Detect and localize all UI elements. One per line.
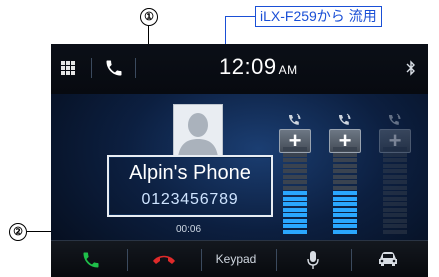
microphone-icon[interactable] [307,250,319,270]
volume-level-segment [283,158,307,162]
volume-level-segment [383,202,407,206]
volume-level-bar [283,145,307,235]
divider [351,249,352,271]
volume-level-segment [333,185,357,190]
volume-level-segment [283,213,307,217]
hangup-red-icon[interactable] [151,252,177,266]
clock: 12:09 AM [219,54,298,80]
volume-level-segment [283,191,307,195]
volume-level-segment [333,213,357,217]
volume-level-bar [333,145,357,235]
model-note: iLX-F259から 流用 [255,6,382,27]
volume-level-segment [283,218,307,223]
volume-level-segment [283,152,307,157]
phone-green-icon[interactable] [81,250,101,270]
person-silhouette-icon [178,113,218,157]
volume-level-segment [383,191,407,195]
phone-volume-icon [339,113,351,125]
volume-level-segment [283,174,307,179]
keypad-button[interactable]: Keypad [206,252,266,266]
volume-level-segment [283,207,307,212]
volume-level-segment [283,202,307,206]
divider [276,249,277,271]
bottom-action-bar: Keypad [51,240,428,277]
volume-level-segment [333,163,357,168]
bluetooth-icon [406,60,415,76]
car-icon[interactable] [377,251,399,267]
caller-info-box: Alpin's Phone 0123456789 [107,155,273,217]
volume-level-segment [383,224,407,228]
volume-level-segment [383,147,407,151]
model-note-leader-h [225,16,255,17]
volume-level-segment [283,185,307,190]
volume-level-segment [333,207,357,212]
caller-avatar [173,104,223,158]
volume-level-segment [333,202,357,206]
phone-call-screen: 12:09 AM Alpin's Phone 0123456789 00:06 +… [51,44,428,277]
caller-number: 0123456789 [141,191,239,208]
volume-level-segment [383,207,407,212]
volume-level-segment [383,163,407,168]
volume-level-segment [283,180,307,184]
clock-ampm: AM [278,63,298,77]
divider [135,58,136,78]
apps-grid-icon[interactable] [61,61,75,75]
divider [91,58,92,78]
volume-level-segment [333,169,357,173]
call-duration: 00:06 [176,224,202,235]
top-status-bar: 12:09 AM [51,44,428,94]
volume-level-segment [283,169,307,173]
volume-level-segment [333,147,357,151]
volume-level-segment [333,229,357,234]
volume-level-segment [333,191,357,195]
volume-level-segment [383,218,407,223]
volume-level-segment [283,224,307,228]
volume-level-segment [283,229,307,234]
phone-volume-icon [289,113,301,125]
divider [201,249,202,271]
volume-level-segment [333,180,357,184]
volume-level-segment [333,158,357,162]
volume-level-segment [283,196,307,201]
callout-1: ① [140,8,158,26]
volume-level-segment [383,158,407,162]
volume-level-segment [333,174,357,179]
volume-level-bar [383,145,407,235]
volume-level-segment [383,152,407,157]
volume-level-segment [383,185,407,190]
volume-level-segment [333,152,357,157]
callout-2: ② [9,223,27,241]
volume-level-segment [283,163,307,168]
volume-level-segment [333,224,357,228]
divider [127,249,128,271]
caller-name: Alpin's Phone [129,162,251,184]
volume-level-segment [383,229,407,234]
clock-time: 12:09 [219,54,277,79]
volume-level-segment [383,169,407,173]
volume-level-segment [383,213,407,217]
phone-icon[interactable] [104,58,124,78]
volume-level-segment [333,196,357,201]
volume-level-segment [383,180,407,184]
phone-volume-icon [389,113,401,125]
volume-level-segment [383,196,407,201]
volume-level-segment [283,147,307,151]
volume-level-segment [333,218,357,223]
volume-level-segment [383,174,407,179]
